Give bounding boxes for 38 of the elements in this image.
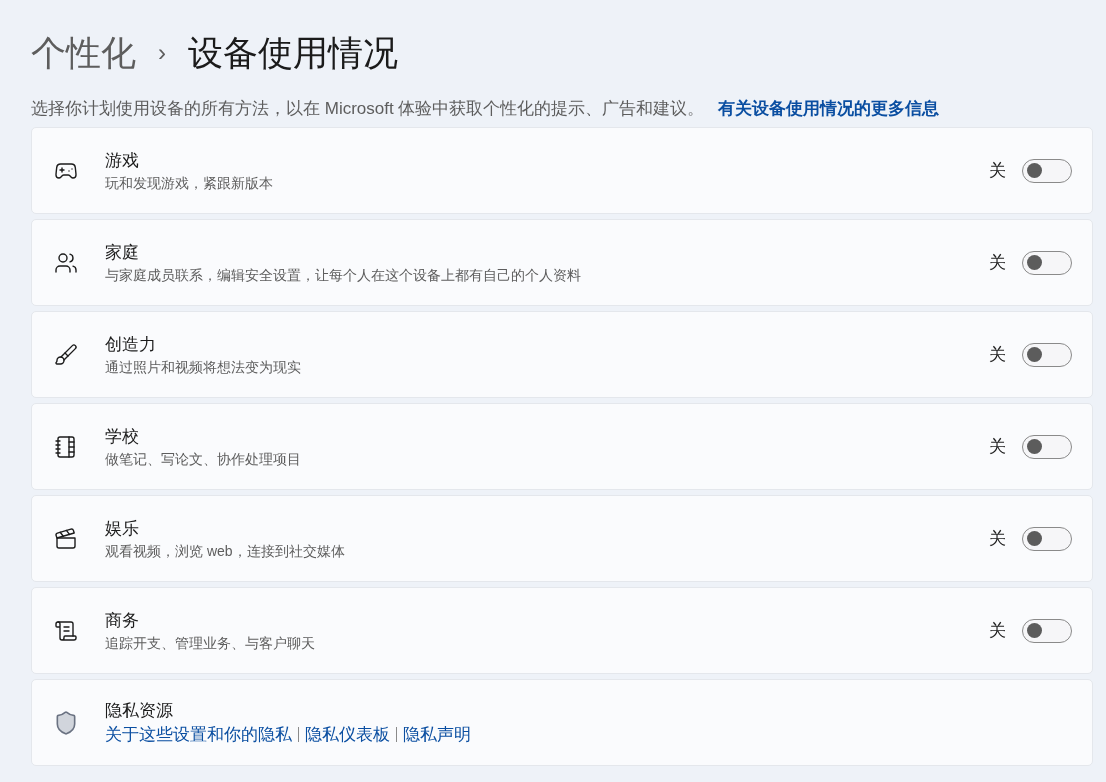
toggle-switch[interactable] <box>1022 526 1072 551</box>
toggle-switch[interactable] <box>1022 618 1072 643</box>
setting-title: 隐私资源 <box>105 699 174 722</box>
setting-title: 家庭 <box>105 241 140 264</box>
setting-description: 观看视频，浏览 web，连接到社交媒体 <box>105 541 346 561</box>
setting-title: 创造力 <box>105 333 157 356</box>
setting-title: 娱乐 <box>105 517 140 540</box>
page-title: 设备使用情况 <box>188 31 398 74</box>
toggle-state-label: 关 <box>989 435 1006 458</box>
toggle-state-label: 关 <box>989 251 1006 274</box>
privacy-link[interactable]: 隐私仪表板 <box>305 722 390 747</box>
clapperboard-icon <box>54 526 78 551</box>
toggle-state-label: 关 <box>989 527 1006 550</box>
setting-description: 通过照片和视频将想法变为现实 <box>105 357 302 377</box>
brush-icon <box>54 342 78 367</box>
setting-description: 玩和发现游戏，紧跟新版本 <box>105 173 274 193</box>
toggle-state-label: 关 <box>989 159 1006 182</box>
toggle-switch[interactable] <box>1022 158 1072 183</box>
setting-description: 做笔记、写论文、协作处理项目 <box>105 449 302 469</box>
privacy-link[interactable]: 关于这些设置和你的隐私 <box>105 722 292 747</box>
toggle-switch[interactable] <box>1022 250 1072 275</box>
people-icon <box>54 250 78 275</box>
toggle-state-label: 关 <box>989 343 1006 366</box>
intro-text: 选择你计划使用设备的所有方法，以在 Microsoft 体验中获取个性化的提示、广告和建议。 <box>31 98 705 121</box>
toggle-switch[interactable] <box>1022 342 1072 367</box>
setting-description: 与家庭成员联系，编辑安全设置，让每个人在这个设备上都有自己的个人资料 <box>105 265 582 285</box>
setting-description: 追踪开支、管理业务、与客户聊天 <box>105 633 316 653</box>
toggle-state-label: 关 <box>989 619 1006 642</box>
setting-title: 学校 <box>105 425 140 448</box>
breadcrumb-parent[interactable]: 个性化 <box>31 26 136 80</box>
setting-title: 商务 <box>105 609 140 632</box>
breadcrumb-separator: › <box>158 38 166 68</box>
notebook-icon <box>54 434 78 459</box>
privacy-link[interactable]: 隐私声明 <box>403 722 471 747</box>
setting-title: 游戏 <box>105 149 140 172</box>
toggle-switch[interactable] <box>1022 434 1072 459</box>
document-icon <box>54 618 78 643</box>
more-info-link[interactable]: 有关设备使用情况的更多信息 <box>718 96 940 122</box>
